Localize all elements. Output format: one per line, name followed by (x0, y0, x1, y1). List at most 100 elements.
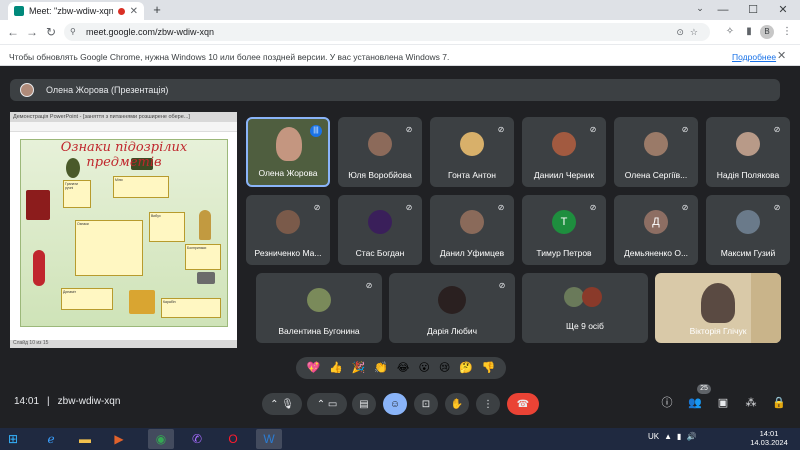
forward-arrow-icon[interactable]: → (24, 24, 40, 40)
participant-tile[interactable]: ⊘ Данил Уфимцев (430, 195, 514, 265)
chat-icon[interactable]: ▣ (715, 395, 731, 411)
taskbar-clock[interactable]: 14:01 14.03.2024 (744, 429, 794, 447)
others-tile[interactable]: Ще 9 осіб (522, 273, 648, 343)
new-tab-button[interactable]: + (150, 3, 164, 17)
participant-tile[interactable]: ||| Олена Жорова (246, 117, 330, 187)
raise-hand-button[interactable]: ✋ (445, 393, 469, 415)
volume-icon[interactable]: 🔊 (686, 432, 696, 441)
participant-tile[interactable]: ⊘ Дарія Любич (389, 273, 515, 343)
menu-kebab-icon[interactable]: ⋮ (779, 24, 795, 40)
mic-off-icon: ⊘ (681, 125, 689, 134)
chevron-up-icon[interactable]: ⌃ (317, 399, 325, 410)
back-arrow-icon[interactable]: ← (5, 24, 21, 40)
thinking-reaction[interactable]: 🤔 (459, 362, 473, 374)
viber-icon[interactable]: ✆ (184, 429, 210, 449)
participant-name: Данил Уфимцев (439, 248, 505, 258)
participant-tile[interactable]: ⊘ Стас Богдан (338, 195, 422, 265)
chevron-up-icon[interactable]: ⌃ (270, 399, 278, 410)
word-icon[interactable]: W (256, 429, 282, 449)
participant-tile[interactable]: ⊘ Юля Воробйова (338, 117, 422, 187)
more-options-button[interactable]: ⋮ (476, 393, 500, 415)
tab-search-icon[interactable]: ⌄ (693, 3, 707, 17)
participant-tile[interactable]: ⊘ Олена Сергіїв... (614, 117, 698, 187)
slide-info-box-6: Динаміт (61, 288, 113, 310)
participant-name: Демьяненко О... (623, 248, 689, 258)
participant-video (701, 283, 735, 323)
opera-icon[interactable]: O (220, 429, 246, 449)
participant-tile[interactable]: Вікторія Глічук (655, 273, 781, 343)
participant-name: Гонта Антон (448, 170, 496, 180)
participant-tile[interactable]: ⊘ Резниченко Ма... (246, 195, 330, 265)
extensions-icon[interactable]: ✧ (722, 24, 738, 40)
participant-tile[interactable]: ⊘ Валентина Бугонина (256, 273, 382, 343)
joy-reaction[interactable]: 😂 (397, 362, 410, 374)
close-window-button[interactable]: ✕ (768, 2, 798, 18)
minimize-button[interactable]: — (708, 2, 738, 18)
host-controls-icon[interactable]: 🔒 (771, 395, 787, 411)
site-info-icon[interactable]: ⚲ (70, 27, 80, 37)
captions-icon: ▤ (359, 398, 369, 410)
camera-button[interactable]: ⌃ ▭ (307, 393, 347, 415)
language-indicator[interactable]: UK (648, 432, 659, 441)
participant-count-badge: 25 (697, 384, 711, 394)
chrome-icon[interactable]: ◉ (148, 429, 174, 449)
maximize-button[interactable]: ☐ (738, 2, 768, 18)
tab-close-icon[interactable]: ✕ (130, 6, 138, 17)
mic-off-icon: ⊘ (681, 203, 689, 212)
captions-button[interactable]: ▤ (352, 393, 376, 415)
participant-avatar (460, 131, 484, 156)
participant-tile[interactable]: ⊘ Максим Гузий (706, 195, 790, 265)
participant-tile[interactable]: ⊘ Т Тимур Петров (522, 195, 606, 265)
omnibox[interactable]: ⚲ meet.google.com/zbw-wdiw-xqn ⊙☆ (64, 23, 710, 41)
surprised-reaction[interactable]: 😮 (418, 362, 429, 374)
participant-avatar: Д (644, 209, 668, 234)
meeting-info-icon[interactable]: ⓘ (659, 395, 675, 411)
learn-more-link[interactable]: Подробнее (732, 52, 776, 62)
participant-avatar (438, 285, 466, 314)
camera-icon: ▭ (327, 398, 338, 410)
slide-info-box-1: Гранати ручні (63, 180, 91, 208)
mic-off-icon: ⊘ (405, 203, 413, 212)
participant-tile[interactable]: ⊘ Д Демьяненко О... (614, 195, 698, 265)
info-bar-close-icon[interactable]: ✕ (777, 49, 786, 62)
participant-avatar (644, 131, 668, 156)
microphone-button[interactable]: ⌃ 🎙 (262, 393, 302, 415)
participant-tile[interactable]: ⊘ Надія Полякова (706, 117, 790, 187)
slide-info-box-4: Вибух (149, 212, 185, 242)
present-button[interactable]: ⊡ (414, 393, 438, 415)
reload-icon[interactable]: ↻ (43, 24, 59, 40)
profile-avatar[interactable]: B (760, 25, 774, 39)
sparkling-heart-reaction[interactable]: 💖 (306, 362, 320, 374)
activities-icon[interactable]: ⁂ (743, 395, 759, 411)
clap-reaction[interactable]: 👏 (374, 362, 388, 374)
present-icon: ⊡ (421, 398, 431, 410)
url-text: meet.google.com/zbw-wdiw-xqn (86, 27, 215, 37)
side-panel-icon[interactable]: ▮ (741, 24, 757, 40)
presentation-label-bar[interactable]: Олена Жорова (Презентація) (10, 79, 780, 101)
participant-name: Юля Воробйова (348, 170, 412, 180)
participant-tile[interactable]: ⊘ Гонта Антон (430, 117, 514, 187)
omnibox-actions[interactable]: ⊙☆ (676, 27, 704, 38)
participant-tile[interactable]: ⊘ Даниил Черник (522, 117, 606, 187)
file-explorer-icon[interactable]: ▬ (72, 429, 98, 449)
more-participants-label: Ще 9 осіб (566, 321, 604, 331)
sad-reaction[interactable]: 😢 (439, 362, 450, 374)
end-call-button[interactable]: ☎ (507, 393, 539, 415)
participant-name: Олена Жорова (258, 168, 318, 178)
thumbs-up-reaction[interactable]: 👍 (329, 362, 343, 374)
send-reaction-button[interactable]: ☺ (383, 393, 407, 415)
participant-avatar: Т (552, 209, 576, 234)
internet-explorer-icon[interactable]: ℯ (38, 429, 64, 449)
browser-tab-meet[interactable]: Meet: "zbw-wdiw-xqn" ✕ (8, 2, 144, 20)
network-icon[interactable]: ▮ (677, 432, 681, 441)
tray-expand-icon[interactable]: ▲ (664, 432, 672, 441)
party-reaction[interactable]: 🎉 (352, 362, 366, 374)
windows-start-icon[interactable]: ⊞ (4, 430, 22, 448)
people-icon[interactable]: 👥 (687, 395, 703, 411)
shared-slide[interactable]: Демонстрація PowerPoint - [заняття з пит… (10, 112, 237, 348)
meet-favicon-icon (14, 6, 24, 16)
media-player-icon[interactable]: ▶ (106, 429, 132, 449)
thumbs-down-reaction[interactable]: 👎 (482, 362, 496, 374)
mic-off-icon: ⊘ (313, 203, 321, 212)
participant-avatar (368, 131, 392, 156)
